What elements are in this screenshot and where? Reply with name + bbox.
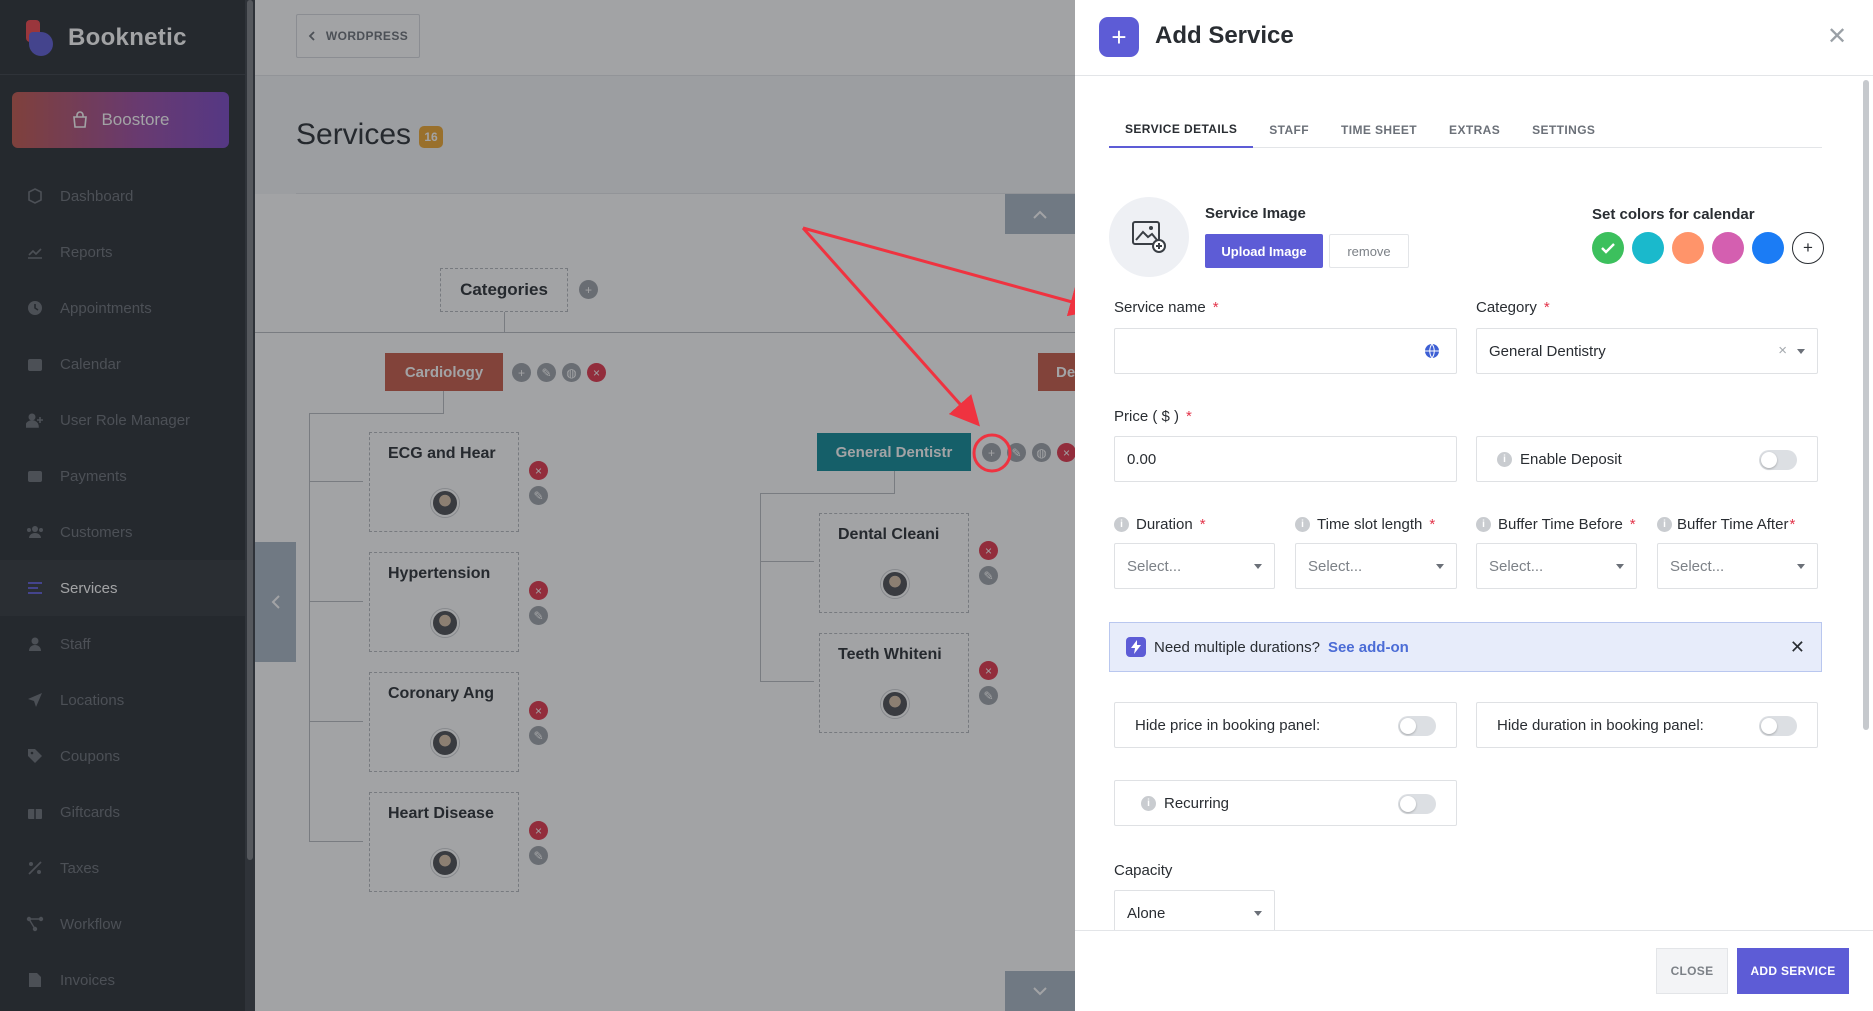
info-icon: i (1497, 451, 1512, 467)
info-icon: i (1114, 517, 1129, 532)
required-mark: * (1186, 408, 1192, 425)
category-label-text: Category (1476, 299, 1537, 316)
color-swatch-pink[interactable] (1712, 232, 1744, 264)
enable-deposit-label: Enable Deposit (1520, 450, 1622, 468)
panel-header: + Add Service ✕ (1075, 0, 1873, 76)
hide-duration-row: Hide duration in booking panel: (1476, 702, 1818, 748)
info-icon: i (1476, 517, 1491, 532)
required-mark: * (1429, 516, 1436, 533)
duration-select-value: Select... (1127, 557, 1182, 575)
notice-text: Need multiple durations? (1154, 638, 1320, 656)
add-service-panel: + Add Service ✕ SERVICE DETAILS STAFF TI… (1075, 0, 1873, 1011)
caret-down-icon (1797, 349, 1805, 354)
tab-service-details[interactable]: SERVICE DETAILS (1109, 112, 1254, 148)
category-label: Category * (1476, 299, 1550, 316)
add-service-button[interactable]: ADD SERVICE (1737, 948, 1849, 994)
multiple-durations-notice: Need multiple durations? See add-on ✕ (1109, 622, 1822, 672)
buffer-after-label-text: Buffer Time After (1677, 516, 1789, 533)
close-icon[interactable]: ✕ (1790, 637, 1805, 658)
time-slot-select-value: Select... (1308, 557, 1363, 575)
tab-time-sheet[interactable]: TIME SHEET (1325, 112, 1433, 148)
price-input[interactable]: 0.00 (1114, 436, 1457, 482)
panel-title: Add Service (1155, 22, 1294, 49)
service-name-input[interactable] (1114, 328, 1457, 374)
enable-deposit-row: i Enable Deposit (1476, 436, 1818, 482)
buffer-after-label: i Buffer Time After * (1657, 516, 1795, 533)
service-image-label: Service Image (1205, 205, 1306, 222)
caret-down-icon (1616, 564, 1624, 569)
info-icon: i (1657, 517, 1672, 532)
tab-settings[interactable]: SETTINGS (1516, 112, 1611, 148)
hide-price-toggle[interactable] (1398, 716, 1436, 736)
service-image-preview[interactable] (1109, 197, 1189, 277)
required-mark: * (1789, 516, 1796, 533)
recurring-row: i Recurring (1114, 780, 1457, 826)
enable-deposit-toggle[interactable] (1759, 450, 1797, 470)
close-button[interactable]: CLOSE (1656, 948, 1728, 994)
add-color-icon[interactable]: + (1792, 232, 1824, 264)
upload-image-button[interactable]: Upload Image (1205, 234, 1323, 268)
color-swatch-green[interactable] (1592, 232, 1624, 264)
calendar-colors-label: Set colors for calendar (1592, 206, 1755, 223)
caret-down-icon (1254, 911, 1262, 916)
panel-footer: CLOSE ADD SERVICE (1075, 930, 1873, 1011)
caret-down-icon (1254, 564, 1262, 569)
hide-price-row: Hide price in booking panel: (1114, 702, 1457, 748)
buffer-after-select-value: Select... (1670, 557, 1725, 575)
duration-select[interactable]: Select... (1114, 543, 1275, 589)
plus-icon: + (1099, 17, 1139, 57)
remove-image-button[interactable]: remove (1329, 234, 1409, 268)
info-icon: i (1141, 795, 1156, 811)
time-slot-label: i Time slot length * (1295, 516, 1435, 533)
required-mark: * (1199, 516, 1206, 533)
panel-tabs: SERVICE DETAILS STAFF TIME SHEET EXTRAS … (1109, 112, 1822, 148)
color-swatch-cyan[interactable] (1632, 232, 1664, 264)
capacity-label: Capacity (1114, 862, 1173, 879)
service-name-label-text: Service name (1114, 299, 1206, 316)
service-name-label: Service name * (1114, 299, 1219, 316)
panel-scrollbar-thumb[interactable] (1863, 80, 1869, 730)
tab-extras[interactable]: EXTRAS (1433, 112, 1516, 148)
check-icon (1601, 243, 1615, 254)
duration-label: i Duration * (1114, 516, 1206, 533)
tab-staff[interactable]: STAFF (1253, 112, 1325, 148)
buffer-before-select-value: Select... (1489, 557, 1544, 575)
time-slot-select[interactable]: Select... (1295, 543, 1457, 589)
hide-duration-toggle[interactable] (1759, 716, 1797, 736)
panel-scrollbar[interactable] (1861, 76, 1871, 930)
hide-duration-label: Hide duration in booking panel: (1497, 716, 1704, 734)
modal-backdrop[interactable] (0, 0, 1075, 1011)
recurring-label: Recurring (1164, 794, 1230, 812)
info-icon: i (1295, 517, 1310, 532)
close-icon[interactable]: ✕ (1823, 22, 1851, 50)
capacity-select-value: Alone (1127, 904, 1166, 922)
price-label-text: Price ( $ ) (1114, 408, 1180, 425)
category-select-value: General Dentistry (1489, 342, 1606, 360)
duration-label-text: Duration (1136, 516, 1193, 533)
color-swatch-blue[interactable] (1752, 232, 1784, 264)
color-swatch-orange[interactable] (1672, 232, 1704, 264)
hide-price-label: Hide price in booking panel: (1135, 716, 1321, 734)
bolt-icon (1126, 637, 1146, 657)
image-add-icon (1132, 221, 1166, 253)
see-addon-link[interactable]: See add-on (1328, 639, 1409, 656)
buffer-before-label-text: Buffer Time Before (1498, 516, 1623, 533)
caret-down-icon (1797, 564, 1805, 569)
time-slot-label-text: Time slot length (1317, 516, 1423, 533)
translate-globe-icon[interactable] (1424, 343, 1440, 359)
buffer-before-label: i Buffer Time Before * (1476, 516, 1636, 533)
required-mark: * (1629, 516, 1636, 533)
buffer-before-select[interactable]: Select... (1476, 543, 1637, 589)
recurring-toggle[interactable] (1398, 794, 1436, 814)
caret-down-icon (1436, 564, 1444, 569)
required-mark: * (1543, 299, 1550, 316)
buffer-after-select[interactable]: Select... (1657, 543, 1818, 589)
clear-icon[interactable]: × (1778, 342, 1787, 359)
category-select[interactable]: General Dentistry × (1476, 328, 1818, 374)
price-label: Price ( $ ) * (1114, 408, 1192, 425)
required-mark: * (1212, 299, 1219, 316)
